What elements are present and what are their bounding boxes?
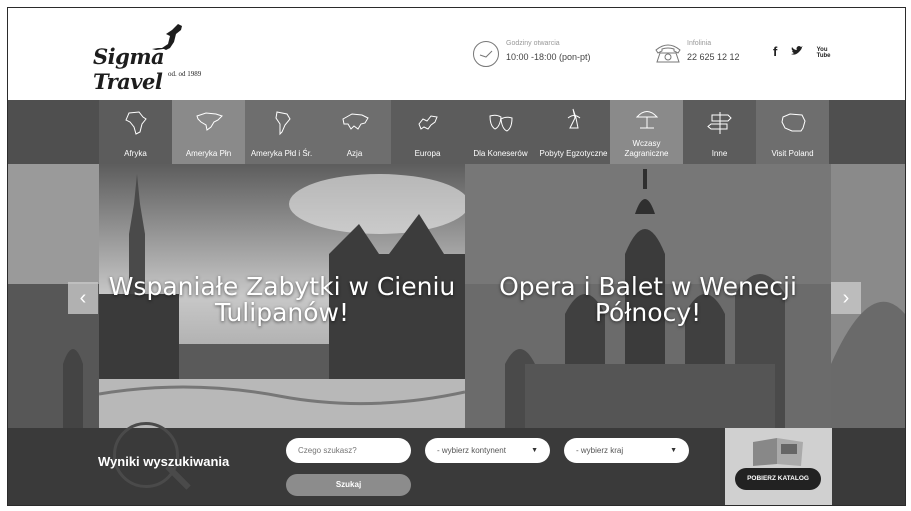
search-input[interactable] (286, 438, 411, 463)
nav-item-pobyty-egzotyczne[interactable]: Pobyty Egzotyczne (537, 100, 610, 164)
slide-title: Wspaniałe Zabytki w Cieniu Tulipanów! (108, 272, 456, 327)
hotline-value: 22 625 12 12 (687, 52, 740, 62)
slide-brussels[interactable]: Wspaniałe Zabytki w Cieniu Tulipanów! (99, 164, 465, 428)
hotline-label: Infolinia (687, 40, 712, 47)
logo-brand: Sigma Travel (93, 44, 165, 94)
asia-icon (341, 113, 369, 130)
africa-icon (124, 111, 147, 135)
nav-label: Inne (711, 149, 728, 158)
north-america-icon (195, 112, 223, 131)
page-frame: Sigma Travel od. od 1989 Godziny otwarci… (7, 7, 906, 506)
nav-label: Azja (346, 149, 363, 158)
country-select[interactable]: - wybierz kraj ▼ (564, 438, 689, 463)
nav-item-visit-poland[interactable]: Visit Poland (756, 100, 829, 164)
nav-label: Wczasy Zagraniczne (624, 139, 669, 158)
social-links: f You Tube (773, 44, 839, 59)
logo[interactable]: Sigma Travel od. od 1989 (93, 22, 233, 94)
europe-icon (417, 115, 438, 130)
nav-item-wczasy-zagraniczne[interactable]: Wczasy Zagraniczne (610, 100, 683, 164)
nav-item-azja[interactable]: Azja (318, 100, 391, 164)
facebook-icon[interactable]: f (773, 44, 777, 59)
signpost-icon (706, 112, 732, 134)
umbrella-icon (635, 111, 658, 129)
nav-label: Ameryka Płn (185, 149, 232, 158)
slide-title: Opera i Balet w Wenecji Północy! (499, 272, 797, 327)
phone-icon (655, 44, 681, 63)
logo-since: od. od 1989 (168, 70, 202, 78)
main-navigation: Afryka Ameryka Płn Ameryka Płd i Śr. Azj… (8, 100, 905, 164)
nav-item-dla-koneserow[interactable]: Dla Koneserów (464, 100, 537, 164)
catalog-box: POBIERZ KATALOG (725, 428, 832, 505)
slider-next-button[interactable]: › (831, 282, 861, 314)
continent-select[interactable]: - wybierz kontynent ▼ (425, 438, 550, 463)
poland-icon (780, 113, 806, 132)
download-catalog-button[interactable]: POBIERZ KATALOG (735, 468, 821, 490)
header: Sigma Travel od. od 1989 Godziny otwarci… (8, 8, 905, 100)
search-button[interactable]: Szukaj (286, 474, 411, 496)
hours-label: Godziny otwarcia (506, 40, 560, 47)
nav-label: Europa (414, 149, 441, 158)
continent-select-value: - wybierz kontynent (437, 446, 506, 455)
country-select-value: - wybierz kraj (576, 446, 624, 455)
nav-label: Dla Koneserów (473, 149, 528, 158)
chevron-down-icon: ▼ (531, 447, 538, 454)
nav-label: Visit Poland (771, 149, 814, 158)
south-america-icon (274, 111, 291, 136)
chevron-down-icon: ▼ (670, 447, 677, 454)
nav-item-ameryka-pln[interactable]: Ameryka Płn (172, 100, 245, 164)
twitter-icon[interactable] (790, 44, 807, 59)
nav-label: Afryka (124, 149, 147, 158)
nav-item-europa[interactable]: Europa (391, 100, 464, 164)
clock-icon (473, 41, 499, 67)
nav-item-inne[interactable]: Inne (683, 100, 756, 164)
search-panel: Wyniki wyszukiwania - wybierz kontynent … (8, 422, 905, 505)
nav-item-ameryka-pld[interactable]: Ameryka Płd i Śr. (245, 100, 318, 164)
nav-item-afryka[interactable]: Afryka (99, 100, 172, 164)
masks-icon (488, 114, 513, 132)
nav-label: Pobyty Egzotyczne (539, 149, 608, 158)
hours-value: 10:00 -18:00 (pon-pt) (506, 52, 591, 62)
image-slider: Wspaniałe Zabytki w Cieniu Tulipanów! Op… (8, 164, 905, 428)
slider-prev-button[interactable]: ‹ (68, 282, 98, 314)
nav-label: Ameryka Płd i Śr. (250, 149, 313, 158)
exotic-icon (567, 108, 580, 129)
slide-st-petersburg[interactable]: Opera i Balet w Wenecji Północy! (465, 164, 831, 428)
youtube-icon[interactable]: You Tube (817, 47, 831, 59)
catalog-brochure-icon (753, 438, 803, 466)
search-title: Wyniki wyszukiwania (98, 454, 230, 469)
